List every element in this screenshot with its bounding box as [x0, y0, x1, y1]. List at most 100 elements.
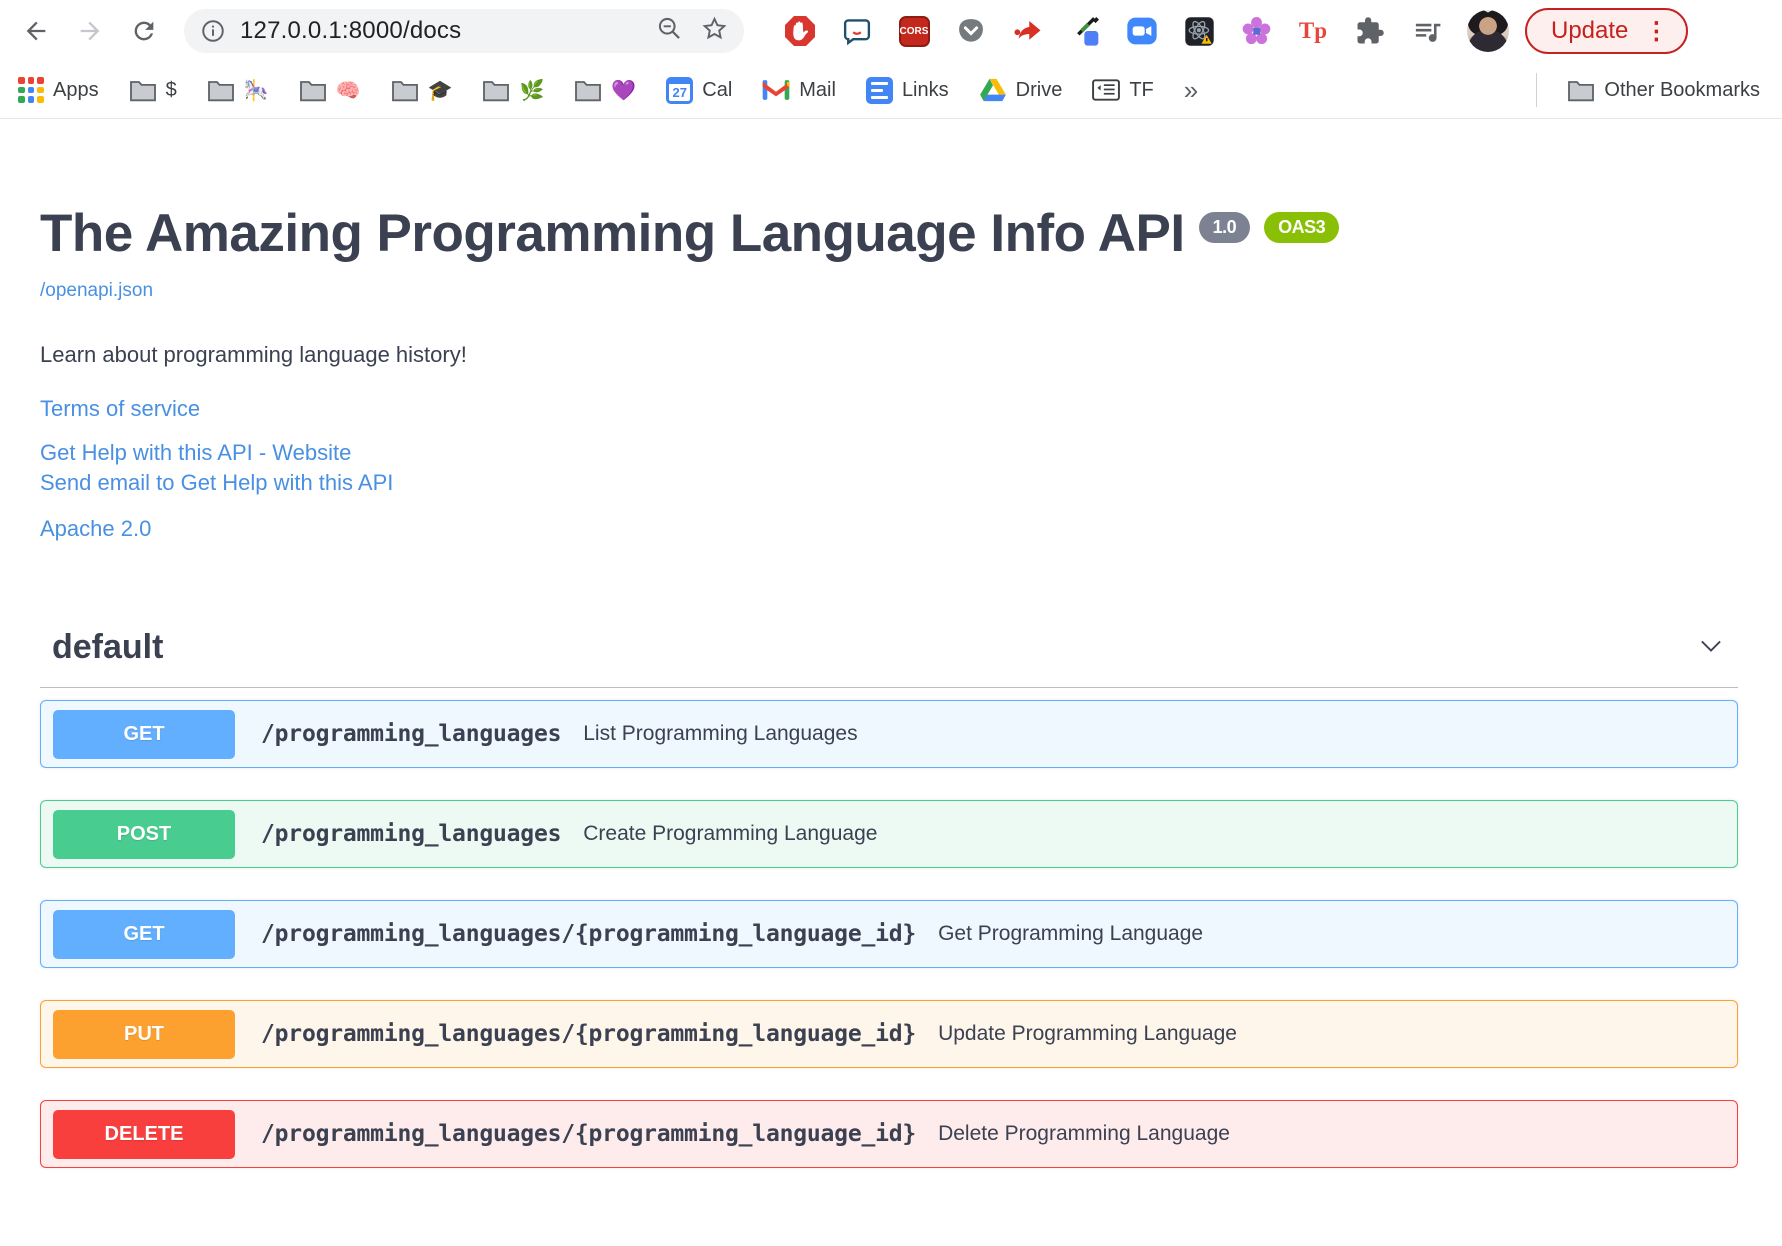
chevron-double-right-icon: » — [1183, 74, 1199, 105]
bookmark-calendar[interactable]: 27 Cal — [666, 76, 733, 104]
bookmark-label: 💜 — [611, 79, 637, 102]
contact-website-link[interactable]: Get Help with this API - Website — [40, 442, 351, 464]
bookmark-apps[interactable]: Apps — [18, 77, 99, 103]
bookmarks-overflow-button[interactable]: » — [1184, 75, 1198, 106]
folder-icon — [129, 78, 157, 102]
bookmark-label: Apps — [53, 78, 99, 101]
api-operation-row[interactable]: GET /programming_languages/{programming_… — [40, 900, 1738, 968]
folder-icon — [391, 78, 419, 102]
profile-avatar[interactable] — [1467, 10, 1509, 52]
section-divider — [40, 687, 1738, 688]
bookmark-label: 🎓 — [427, 79, 453, 102]
video-camera-extension-icon[interactable] — [1126, 15, 1158, 47]
version-badge: 1.0 — [1198, 212, 1251, 243]
chrome-update-button[interactable]: Update ⋮ — [1525, 8, 1689, 54]
license-link[interactable]: Apache 2.0 — [40, 518, 151, 540]
openapi-spec-link[interactable]: /openapi.json — [40, 280, 153, 302]
bookmarks-divider — [1536, 73, 1538, 107]
bookmark-folder-heart[interactable]: 💜 — [574, 78, 636, 103]
share-arrow-extension-icon[interactable] — [1012, 15, 1044, 47]
page-info-icon[interactable] — [200, 18, 226, 44]
cors-extension-icon[interactable]: CORS — [898, 15, 930, 47]
pocket-extension-icon[interactable] — [955, 15, 987, 47]
endpoint-path: /programming_languages — [261, 721, 562, 747]
url-text[interactable]: 127.0.0.1:8000/docs — [240, 17, 461, 45]
bookmark-label: Cal — [702, 78, 733, 101]
chevron-down-icon — [1701, 640, 1721, 652]
tag-section-title: default — [52, 628, 164, 666]
recycle-flower-extension-icon[interactable] — [1240, 15, 1272, 47]
forward-button[interactable] — [70, 11, 110, 51]
bookmark-label: Mail — [799, 78, 836, 101]
endpoint-summary: Create Programming Language — [583, 822, 878, 845]
tp-extension-icon[interactable]: Tp — [1297, 15, 1329, 47]
bookmark-folder-carousel[interactable]: 🎠 — [207, 78, 269, 103]
back-icon — [26, 21, 46, 41]
bookmark-label: TF — [1129, 78, 1154, 101]
bookmark-folder-school[interactable]: 🎓 — [391, 78, 453, 103]
react-devtools-extension-icon[interactable] — [1183, 15, 1215, 47]
update-label: Update — [1551, 17, 1629, 44]
api-operation-row[interactable]: GET /programming_languages List Programm… — [40, 700, 1738, 768]
address-bar[interactable]: 127.0.0.1:8000/docs — [184, 9, 744, 53]
adblock-extension-icon[interactable]: ✋ — [784, 15, 816, 47]
other-bookmarks-button[interactable]: Other Bookmarks — [1567, 78, 1760, 102]
music-playlist-extension-icon[interactable] — [1411, 15, 1443, 47]
folder-icon — [1567, 78, 1595, 102]
api-description: Learn about programming language history… — [40, 342, 467, 367]
bookmark-links[interactable]: Links — [865, 76, 949, 104]
section-collapse-button[interactable] — [1684, 633, 1738, 662]
terms-of-service-link[interactable]: Terms of service — [40, 398, 200, 420]
bookmark-label: Drive — [1015, 78, 1063, 101]
back-button[interactable] — [16, 11, 56, 51]
api-operation-row[interactable]: PUT /programming_languages/{programming_… — [40, 1000, 1738, 1068]
extensions-puzzle-icon[interactable] — [1354, 15, 1386, 47]
bookmark-folder-brain[interactable]: 🧠 — [299, 78, 361, 103]
http-method-badge[interactable]: DELETE — [53, 1109, 235, 1159]
api-links: Terms of service Get Help with this API … — [40, 398, 1738, 540]
folder-icon — [207, 78, 235, 102]
bookmark-label: 🌿 — [519, 79, 545, 102]
forward-icon — [80, 21, 100, 41]
folder-icon — [482, 78, 510, 102]
bookmark-label: $ — [165, 78, 177, 101]
bookmark-tf[interactable]: TF — [1092, 76, 1154, 104]
endpoint-path: /programming_languages/{programming_lang… — [261, 921, 917, 947]
http-method-badge[interactable]: GET — [53, 709, 235, 759]
reload-button[interactable] — [124, 11, 164, 51]
oas3-badge: OAS3 — [1264, 212, 1340, 243]
http-method-badge[interactable]: GET — [53, 909, 235, 959]
endpoint-summary: List Programming Languages — [583, 722, 858, 745]
folder-icon — [574, 78, 602, 102]
bookmark-star-icon[interactable] — [701, 15, 728, 47]
gmail-icon — [762, 76, 790, 104]
http-method-badge[interactable]: POST — [53, 809, 235, 859]
browser-menu-icon[interactable]: ⋮ — [1644, 17, 1668, 46]
operations-list: GET /programming_languages List Programm… — [40, 700, 1738, 1168]
color-picker-extension-icon[interactable] — [1069, 15, 1101, 47]
card-note-icon — [1092, 76, 1121, 104]
api-operation-row[interactable]: POST /programming_languages Create Progr… — [40, 800, 1738, 868]
endpoint-path: /programming_languages/{programming_lang… — [261, 1121, 917, 1147]
http-method-badge[interactable]: PUT — [53, 1009, 235, 1059]
bookmark-folder-herb[interactable]: 🌿 — [482, 78, 544, 103]
endpoint-summary: Get Programming Language — [938, 922, 1204, 945]
api-operation-row[interactable]: DELETE /programming_languages/{programmi… — [40, 1100, 1738, 1168]
tag-section-header[interactable]: default — [40, 628, 1738, 667]
bookmark-mail[interactable]: Mail — [762, 76, 836, 104]
endpoint-path: /programming_languages — [261, 821, 562, 847]
bookmark-folder-money[interactable]: $ — [129, 78, 177, 102]
bookmarks-bar: Apps $ 🎠 🧠 🎓 🌿 💜 27 Cal Mail Links Drive… — [0, 62, 1782, 119]
page-title: The Amazing Programming Language Info AP… — [40, 203, 1738, 264]
chat-bubble-extension-icon[interactable] — [841, 15, 873, 47]
bookmark-label: Other Bookmarks — [1604, 78, 1760, 101]
browser-toolbar: 127.0.0.1:8000/docs ✋ CORS Tp Update ⋮ — [0, 0, 1782, 62]
folder-icon — [299, 78, 327, 102]
swagger-ui-page: The Amazing Programming Language Info AP… — [0, 119, 1782, 1168]
bookmark-label: Links — [901, 78, 949, 101]
calendar-icon: 27 — [666, 76, 694, 104]
zoom-out-icon[interactable] — [656, 15, 683, 47]
bookmark-drive[interactable]: Drive — [979, 76, 1063, 104]
contact-email-link[interactable]: Send email to Get Help with this API — [40, 472, 393, 494]
bookmark-label: 🧠 — [335, 79, 361, 102]
